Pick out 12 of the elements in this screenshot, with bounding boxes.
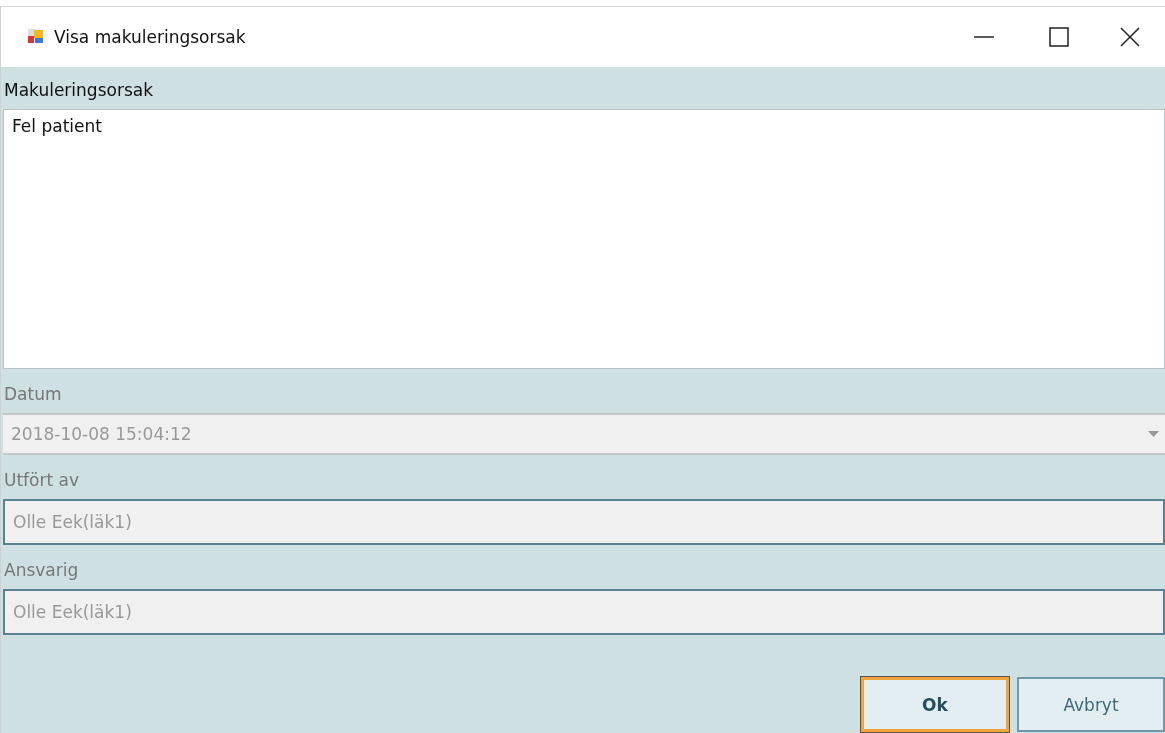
field-label: Utfört av [4,469,81,491]
field-label: Makuleringsorsak [4,79,154,101]
app-icon [27,28,45,46]
dialog-button[interactable]: Ok [861,677,1009,732]
field-label: Datum [4,383,63,405]
field-label: Ansvarig [4,559,80,581]
text-area[interactable]: Fel patient [3,109,1165,369]
dialog-button[interactable]: Avbryt [1017,677,1165,732]
maximize-icon[interactable] [1049,27,1069,47]
close-icon[interactable] [1120,27,1140,47]
window-title: Visa makuleringsorsak [54,27,246,47]
dropdown-arrow-icon [1148,431,1159,437]
